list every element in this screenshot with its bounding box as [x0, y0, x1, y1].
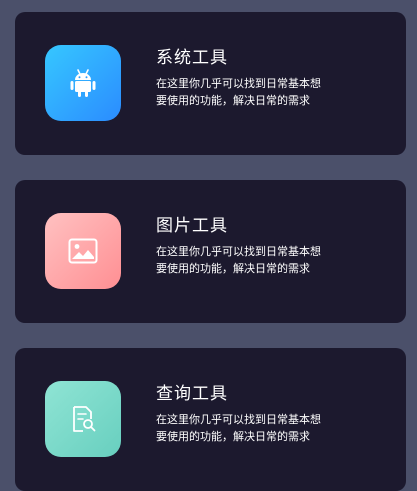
card-description: 在这里你几乎可以找到日常基本想要使用的功能，解决日常的需求 — [156, 77, 321, 107]
image-icon — [68, 238, 98, 264]
system-tool-tile — [45, 45, 121, 121]
card-title: 图片工具 — [156, 216, 228, 236]
card-title: 系统工具 — [156, 48, 228, 68]
document-search-icon — [69, 405, 97, 433]
tool-card-system[interactable]: 系统工具 在这里你几乎可以找到日常基本想要使用的功能，解决日常的需求 — [15, 12, 406, 155]
query-tool-tile — [45, 381, 121, 457]
tool-card-image[interactable]: 图片工具 在这里你几乎可以找到日常基本想要使用的功能，解决日常的需求 — [15, 180, 406, 323]
card-description: 在这里你几乎可以找到日常基本想要使用的功能，解决日常的需求 — [156, 413, 321, 443]
card-title: 查询工具 — [156, 384, 228, 404]
tool-card-list: 系统工具 在这里你几乎可以找到日常基本想要使用的功能，解决日常的需求 图片工具 … — [0, 0, 417, 491]
android-icon — [70, 68, 96, 98]
card-description: 在这里你几乎可以找到日常基本想要使用的功能，解决日常的需求 — [156, 245, 321, 275]
image-tool-tile — [45, 213, 121, 289]
tool-card-query[interactable]: 查询工具 在这里你几乎可以找到日常基本想要使用的功能，解决日常的需求 — [15, 348, 406, 491]
